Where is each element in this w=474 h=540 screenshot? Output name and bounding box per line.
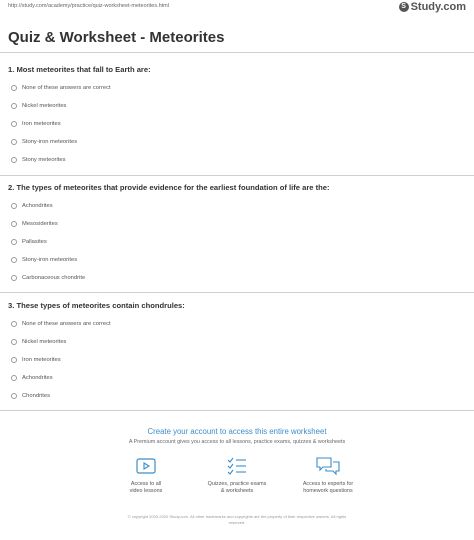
feature-line: homework questions [303,488,353,494]
page-url: http://study.com/academy/practice/quiz-w… [8,3,169,9]
option[interactable]: Achondrites [8,369,468,387]
radio-icon[interactable] [11,103,17,109]
option-label: Stony meteorites [22,157,66,163]
radio-icon[interactable] [11,239,17,245]
title-divider [0,52,474,53]
option[interactable]: None of these answers are correct [8,79,468,97]
radio-icon[interactable] [11,321,17,327]
feature-quizzes: Quizzes, practice exams & worksheets [192,456,282,495]
radio-icon[interactable] [11,393,17,399]
option[interactable]: Stony-iron meteorites [8,133,468,151]
radio-icon[interactable] [11,139,17,145]
question-text: 2. The types of meteorites that provide … [8,183,330,192]
option-label: Achondrites [22,203,53,209]
question-2: 2. The types of meteorites that provide … [8,183,468,287]
radio-icon[interactable] [11,375,17,381]
radio-icon[interactable] [11,203,17,209]
question-divider [0,175,474,176]
radio-icon[interactable] [11,85,17,91]
option[interactable]: Iron meteorites [8,115,468,133]
feature-label: Quizzes, practice exams & worksheets [192,481,282,495]
radio-icon[interactable] [11,275,17,281]
option-label: Achondrites [22,375,53,381]
question-divider [0,292,474,293]
radio-icon[interactable] [11,257,17,263]
feature-line: Access to experts for [302,481,354,487]
signup-cta: Create your account to access this entir… [0,414,474,540]
option-label: Nickel meteorites [22,103,67,109]
feature-list: Access to all video lessons Quizzes, pra… [0,456,474,506]
feature-line: video lessons [129,488,163,494]
copyright-notice: © copyright 2003-2020 Study.com. All oth… [90,514,384,526]
option[interactable]: Carbonaceous chondrite [8,269,468,287]
feature-label: Access to all video lessons [101,481,191,495]
question-3: 3. These types of meteorites contain cho… [8,301,468,405]
question-text: 1. Most meteorites that fall to Earth ar… [8,65,151,74]
cta-subheading: A Premium account gives you access to al… [128,439,346,445]
radio-icon[interactable] [11,121,17,127]
page-title: Quiz & Worksheet - Meteorites [8,29,225,46]
feature-label: Access to experts for homework questions [283,481,373,495]
option-label: Mesosiderites [22,221,58,227]
study-logo-icon: S [398,2,409,12]
option-label: Carbonaceous chondrite [22,275,86,281]
option-label: Nickel meteorites [22,339,67,345]
video-icon [136,458,156,474]
title-band: Quiz & Worksheet - Meteorites [0,24,474,52]
option-label: Iron meteorites [22,121,61,127]
option-label: Stony-iron meteorites [22,139,78,145]
checklist-icon [227,457,246,475]
feature-line: Quizzes, practice exams [207,481,267,487]
feature-line: Access to all [130,481,162,487]
feature-line: & worksheets [220,488,254,494]
option-label: Iron meteorites [22,357,61,363]
question-1: 1. Most meteorites that fall to Earth ar… [8,65,468,169]
cta-heading[interactable]: Create your account to access this entir… [0,414,474,436]
option[interactable]: None of these answers are correct [8,315,468,333]
chat-icon [316,457,340,476]
radio-icon[interactable] [11,357,17,363]
radio-icon[interactable] [11,221,17,227]
study-logo[interactable]: S Study.com [398,1,466,13]
option-label: Stony-iron meteorites [22,257,78,263]
option[interactable]: Achondrites [8,197,468,215]
option-label: None of these answers are correct [22,321,111,327]
option[interactable]: Nickel meteorites [8,333,468,351]
option-label: Pallasites [22,239,47,245]
option[interactable]: Iron meteorites [8,351,468,369]
option-label: Chondrites [22,393,51,399]
option[interactable]: Stony-iron meteorites [8,251,468,269]
logo-text: Study.com [410,1,466,13]
cta-divider [0,410,474,411]
top-bar: http://study.com/academy/practice/quiz-w… [0,0,474,16]
feature-experts: Access to experts for homework questions [283,456,373,495]
question-text: 3. These types of meteorites contain cho… [8,301,185,310]
radio-icon[interactable] [11,339,17,345]
option[interactable]: Nickel meteorites [8,97,468,115]
feature-video-lessons: Access to all video lessons [101,456,191,495]
option[interactable]: Pallasites [8,233,468,251]
option-label: None of these answers are correct [22,85,111,91]
option[interactable]: Mesosiderites [8,215,468,233]
copyright-line: reserved. [228,520,246,525]
option[interactable]: Stony meteorites [8,151,468,169]
option[interactable]: Chondrites [8,387,468,405]
radio-icon[interactable] [11,157,17,163]
